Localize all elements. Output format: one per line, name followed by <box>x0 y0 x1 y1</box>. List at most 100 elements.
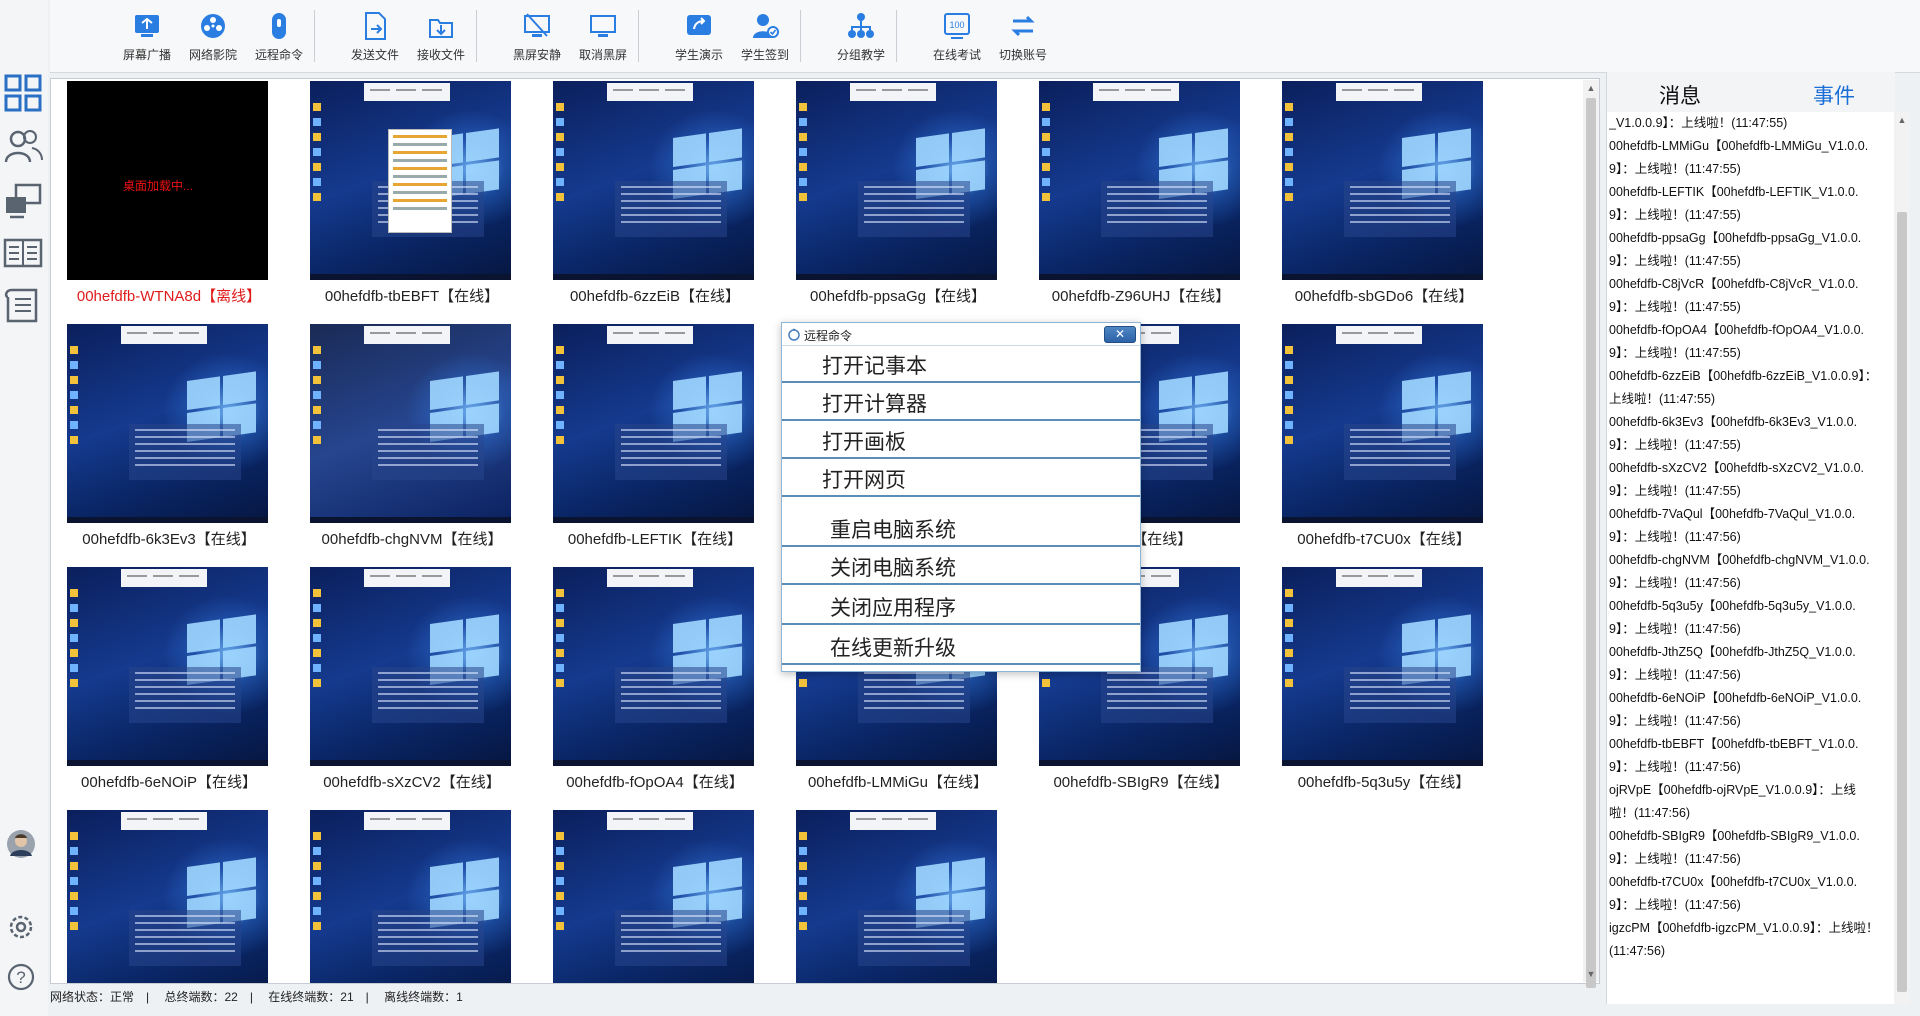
terminal-tile[interactable] <box>51 808 287 983</box>
terminal-tile[interactable]: 桌面加载中... 00hefdfb-WTNA8d【离线】 <box>51 79 287 313</box>
terminal-tile[interactable]: 00hefdfb-t7CU0x【在线】 <box>1266 322 1502 556</box>
log-entry: 00hefdfb-6eNOiP【00hefdfb-6eNOiP_V1.0.0.9… <box>1609 691 1862 728</box>
receive-file-icon <box>429 19 453 38</box>
terminal-tile[interactable]: 00hefdfb-Z96UHJ【在线】 <box>1023 79 1259 313</box>
command-item[interactable]: 打开网页 <box>782 459 1140 497</box>
student-signin-button[interactable]: 学生签到 <box>730 6 800 68</box>
terminal-name: 00hefdfb-6eNOiP【在线】 <box>81 774 257 791</box>
toolbar-label: 黑屏安静 <box>512 48 561 62</box>
screen-thumbnail[interactable] <box>310 324 511 523</box>
remote-command-button[interactable]: 远程命令 <box>244 6 314 68</box>
log-entry: 00hefdfb-SBIgR9【00hefdfb-SBIgR9_V1.0.0.9… <box>1609 829 1860 866</box>
terminal-name: 00hefdfb-tbEBFT【在线】 <box>324 288 500 305</box>
avatar[interactable] <box>6 829 36 859</box>
toolbar: 屏幕广播 网络影院 远程命令 发送文件 接收文件 黑屏安静 取消黑屏 学生演示 学生签到 分组教学… <box>50 0 1920 73</box>
screen-thumbnail[interactable] <box>310 567 511 766</box>
svg-text:100: 100 <box>949 20 964 30</box>
dialog-close-button[interactable]: ✕ <box>1104 326 1136 343</box>
tab-events[interactable]: 事件 <box>1813 80 1855 110</box>
scroll-up-arrow[interactable]: ▲ <box>1583 80 1599 96</box>
receive-file-button[interactable]: 接收文件 <box>406 6 476 68</box>
total-terminals: 总终端数：22 <box>164 990 238 1004</box>
screen-thumbnail[interactable]: 桌面加载中... <box>67 81 268 280</box>
online-exam-button[interactable]: 100 在线考试 <box>922 6 992 68</box>
screen-thumbnail[interactable] <box>1282 81 1483 280</box>
network-cinema-button[interactable]: 网络影院 <box>178 6 248 68</box>
toolbar-separator <box>896 10 897 62</box>
toolbar-label: 接收文件 <box>416 48 465 62</box>
log-scroll-thumb[interactable] <box>1897 212 1907 992</box>
screen-thumbnail[interactable] <box>310 810 511 983</box>
terminal-tile[interactable]: 00hefdfb-6eNOiP【在线】 <box>51 565 287 799</box>
terminal-tile[interactable]: 00hefdfb-fOpOA4【在线】 <box>537 565 773 799</box>
terminal-tile[interactable]: 00hefdfb-6k3Ev3【在线】 <box>51 322 287 556</box>
nav-grid-view[interactable] <box>2 72 46 116</box>
terminal-tile[interactable]: 00hefdfb-ppsaGg【在线】 <box>780 79 1016 313</box>
terminal-tile[interactable]: 00hefdfb-tbEBFT【在线】 <box>294 79 530 313</box>
screen-thumbnail[interactable] <box>553 81 754 280</box>
scroll-thumb[interactable] <box>1586 98 1596 988</box>
help-button[interactable]: ? <box>5 961 37 993</box>
toolbar-label: 学生签到 <box>740 48 789 62</box>
screen-thumbnail[interactable] <box>796 810 997 983</box>
command-item[interactable]: 打开画板 <box>782 421 1140 459</box>
log-entry: 00hefdfb-6k3Ev3【00hefdfb-6k3Ev3_V1.0.0.9… <box>1609 415 1858 452</box>
student-demo-icon <box>687 15 711 35</box>
screen-thumbnail[interactable] <box>67 810 268 983</box>
terminal-name: 00hefdfb-6k3Ev3【在线】 <box>82 531 256 548</box>
log-scrollbar[interactable]: ▲ <box>1894 112 1910 1004</box>
screen-thumbnail[interactable] <box>67 324 268 523</box>
switch-account-button[interactable]: 切换账号 <box>988 6 1058 68</box>
command-item[interactable]: 打开记事本 <box>782 345 1140 383</box>
terminal-tile[interactable] <box>780 808 1016 983</box>
screen-thumbnail[interactable] <box>796 81 997 280</box>
loading-text: 桌面加载中... <box>123 179 194 193</box>
terminal-tile[interactable] <box>537 808 773 983</box>
log-entry: 00hefdfb-JthZ5Q【00hefdfb-JthZ5Q_V1.0.0.9… <box>1609 645 1856 682</box>
group-teaching-button[interactable]: 分组教学 <box>826 6 896 68</box>
book-icon <box>3 238 43 268</box>
scroll-down-arrow[interactable]: ▼ <box>1583 966 1599 982</box>
command-label: 关闭应用程序 <box>830 597 956 620</box>
settings-button[interactable] <box>5 911 37 943</box>
nav-users[interactable] <box>2 126 46 170</box>
grid-scrollbar[interactable]: ▲ ▼ <box>1583 80 1599 988</box>
command-item[interactable]: 在线更新升级 <box>782 627 1140 665</box>
terminal-tile[interactable] <box>294 808 530 983</box>
command-item[interactable]: 重启电脑系统 <box>782 509 1140 547</box>
screen-thumbnail[interactable] <box>67 567 268 766</box>
screen-thumbnail[interactable] <box>1282 567 1483 766</box>
nav-document[interactable] <box>2 285 46 329</box>
screen-thumbnail[interactable] <box>1039 81 1240 280</box>
terminal-tile[interactable]: 00hefdfb-6zzEiB【在线】 <box>537 79 773 313</box>
cancel-black-screen-button[interactable]: 取消黑屏 <box>568 6 638 68</box>
switch-account-icon <box>1011 15 1035 37</box>
nav-terminal[interactable] <box>2 179 46 223</box>
command-item[interactable]: 关闭电脑系统 <box>782 547 1140 585</box>
screen-thumbnail[interactable] <box>553 324 754 523</box>
group-teaching-icon <box>848 13 874 38</box>
command-item[interactable]: 关闭应用程序 <box>782 587 1140 625</box>
tab-messages[interactable]: 消息 <box>1659 80 1701 110</box>
terminal-tile[interactable]: 00hefdfb-chgNVM【在线】 <box>294 322 530 556</box>
terminal-name: 00hefdfb-chgNVM【在线】 <box>321 531 503 548</box>
log-scroll-up-arrow[interactable]: ▲ <box>1894 112 1910 128</box>
screen-thumbnail[interactable] <box>553 567 754 766</box>
command-item[interactable]: 打开计算器 <box>782 383 1140 421</box>
terminal-tile[interactable]: 00hefdfb-5q3u5y【在线】 <box>1266 565 1502 799</box>
screen-thumbnail[interactable] <box>310 81 511 280</box>
terminal-tile[interactable]: 00hefdfb-LEFTIK【在线】 <box>537 322 773 556</box>
send-file-button[interactable]: 发送文件 <box>340 6 410 68</box>
screen-thumbnail[interactable] <box>553 810 754 983</box>
user-avatar-icon <box>7 830 35 858</box>
log-entry: igzcPM【00hefdfb-igzcPM_V1.0.0.9】：上线啦！(11… <box>1609 921 1879 958</box>
terminal-tile[interactable]: 00hefdfb-sXzCV2【在线】 <box>294 565 530 799</box>
terminal-tile[interactable]: 00hefdfb-sbGDo6【在线】 <box>1266 79 1502 313</box>
screen-thumbnail[interactable] <box>1282 324 1483 523</box>
screen-broadcast-button[interactable]: 屏幕广播 <box>112 6 182 68</box>
nav-book[interactable] <box>2 232 46 276</box>
event-log: _V1.0.0.9】：上线啦！(11:47:55) 00hefdfb-LMMiGu… <box>1609 112 1879 992</box>
black-screen-button[interactable]: 黑屏安静 <box>502 6 572 68</box>
toolbar-label: 在线考试 <box>932 48 981 62</box>
student-demo-button[interactable]: 学生演示 <box>664 6 734 68</box>
